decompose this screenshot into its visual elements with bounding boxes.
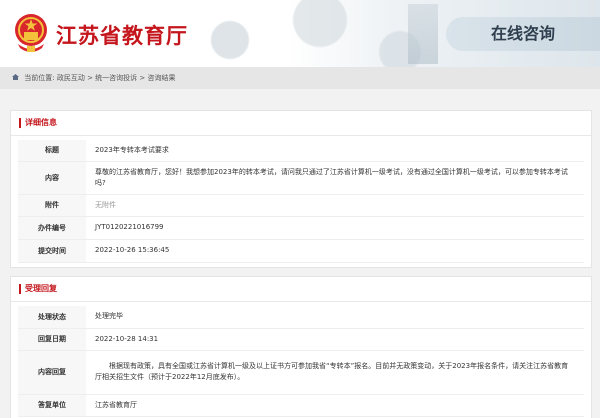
online-consult-tab[interactable]: 在线咨询 xyxy=(446,17,600,51)
reply-section-title: 受理回复 xyxy=(25,284,57,293)
reply-table: 处理状态 处理完毕 回复日期 2022-10-28 14:31 内容回复 根据现… xyxy=(18,306,584,417)
detail-card-header: 详细信息 xyxy=(11,111,591,136)
breadcrumb-item-interaction[interactable]: 政民互动 xyxy=(57,74,85,82)
row-value-title: 2023年专转本考试要求 xyxy=(86,140,584,162)
breadcrumb: 当前位置: 政民互动 > 统一咨询投诉 > 咨询结果 xyxy=(0,67,600,89)
row-value-case-number: JYT0120221016799 xyxy=(86,216,584,240)
breadcrumb-separator: > xyxy=(87,74,96,82)
row-label: 办件编号 xyxy=(18,216,86,240)
breadcrumb-item-result[interactable]: 咨询结果 xyxy=(147,74,175,82)
national-emblem-icon xyxy=(15,14,47,52)
row-value-reply-unit: 江苏省教育厅 xyxy=(86,394,584,417)
table-row: 答复单位 江苏省教育厅 xyxy=(18,394,584,417)
building-decoration xyxy=(408,4,438,64)
breadcrumb-item-consult[interactable]: 统一咨询投诉 xyxy=(95,74,137,82)
row-value-submit-time: 2022-10-26 15:36:45 xyxy=(86,239,584,263)
row-label: 答复单位 xyxy=(18,394,86,417)
row-value-reply-date: 2022-10-28 14:31 xyxy=(86,328,584,351)
row-label: 回复日期 xyxy=(18,328,86,351)
table-row: 回复日期 2022-10-28 14:31 xyxy=(18,328,584,351)
row-value-status: 处理完毕 xyxy=(86,306,584,329)
table-row: 内容回复 根据现有政策，具有全国或江苏省计算机一级及以上证书方可参加我省“专转本… xyxy=(18,350,584,395)
table-row: 内容 尊敬的江苏省教育厅，您好！我想参加2023年的转本考试，请问我只通过了江苏… xyxy=(18,161,584,195)
section-marker xyxy=(19,118,21,128)
row-label: 处理状态 xyxy=(18,306,86,329)
detail-section-title: 详细信息 xyxy=(25,118,57,127)
table-row: 附件 无附件 xyxy=(18,194,584,217)
online-consult-label: 在线咨询 xyxy=(490,24,555,43)
detail-card: 详细信息 标题 2023年专转本考试要求 内容 尊敬的江苏省教育厅，您好！我想参… xyxy=(10,110,592,268)
site-header: 江苏省教育厅 在线咨询 xyxy=(0,0,600,67)
section-marker xyxy=(19,284,21,294)
row-label: 内容 xyxy=(18,161,86,195)
row-value-content: 尊敬的江苏省教育厅，您好！我想参加2023年的转本考试，请问我只通过了江苏省计算… xyxy=(86,161,584,195)
row-label: 标题 xyxy=(18,140,86,162)
reply-card: 受理回复 处理状态 处理完毕 回复日期 2022-10-28 14:31 内容回… xyxy=(10,276,592,418)
row-value-reply-content: 根据现有政策，具有全国或江苏省计算机一级及以上证书方可参加我省“专转本”报名。目… xyxy=(86,350,584,395)
table-row: 办件编号 JYT0120221016799 xyxy=(18,216,584,240)
detail-table: 标题 2023年专转本考试要求 内容 尊敬的江苏省教育厅，您好！我想参加2023… xyxy=(18,140,584,263)
row-value-attachment: 无附件 xyxy=(86,194,584,217)
site-title: 江苏省教育厅 xyxy=(56,24,188,48)
table-row: 处理状态 处理完毕 xyxy=(18,306,584,329)
reply-card-header: 受理回复 xyxy=(11,277,591,302)
row-label: 附件 xyxy=(18,194,86,217)
home-icon xyxy=(12,74,19,80)
row-label: 提交时间 xyxy=(18,239,86,263)
row-label: 内容回复 xyxy=(18,350,86,395)
breadcrumb-current-label: 当前位置: xyxy=(24,74,55,82)
table-row: 提交时间 2022-10-26 15:36:45 xyxy=(18,239,584,263)
table-row: 标题 2023年专转本考试要求 xyxy=(18,140,584,162)
